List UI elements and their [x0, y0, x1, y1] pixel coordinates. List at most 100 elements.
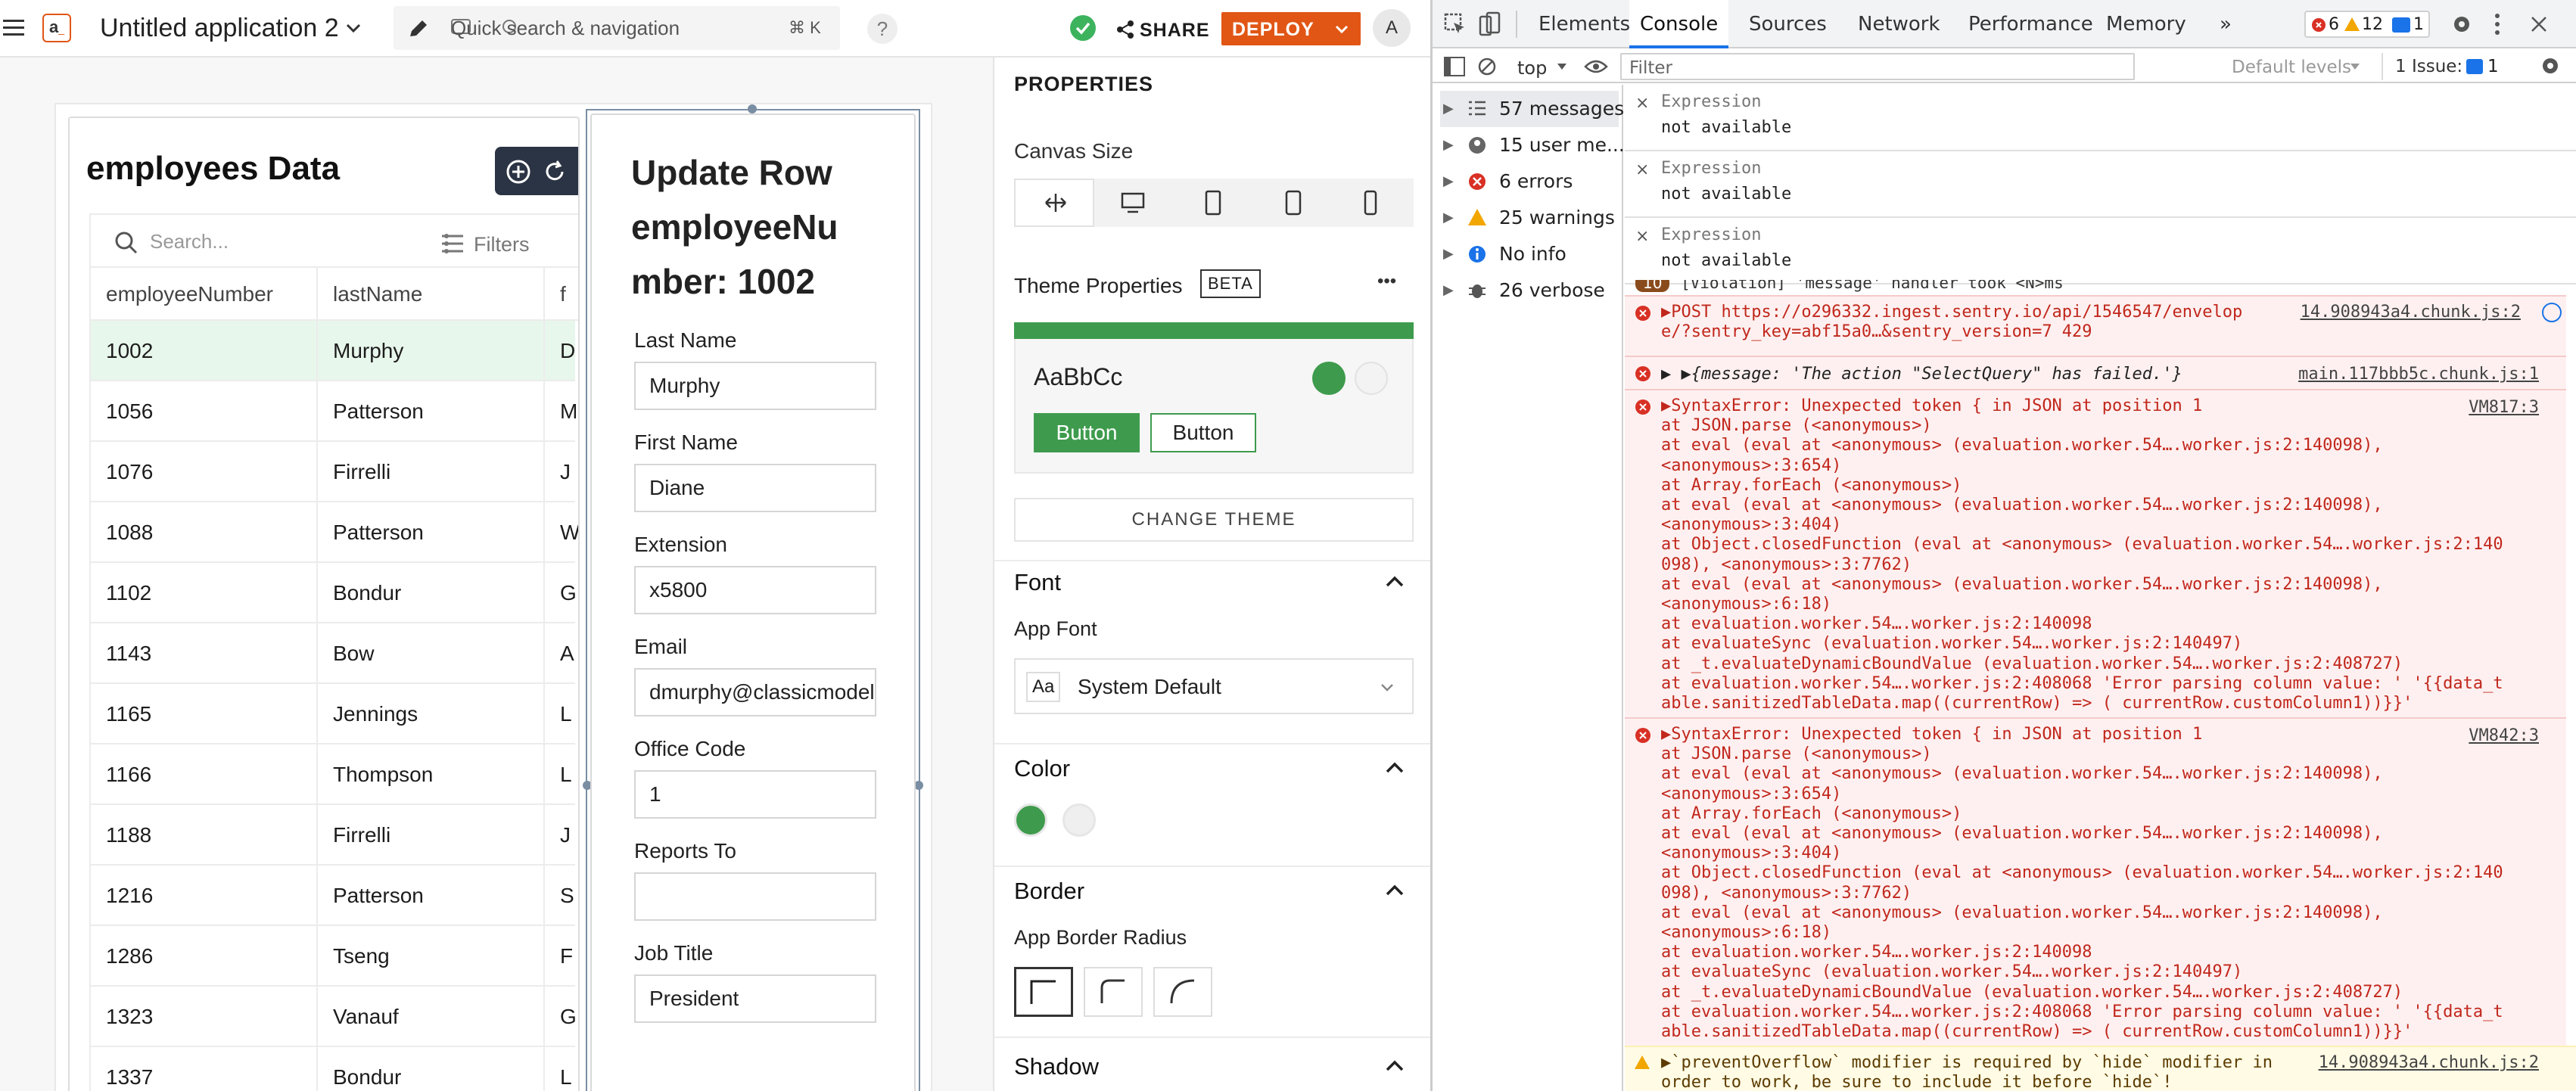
filters-button[interactable]: Filters [440, 228, 569, 259]
devtools-tab[interactable]: Network [1858, 0, 1940, 48]
filter-input[interactable]: Filter [1620, 53, 2135, 80]
app-title[interactable]: Untitled application 2 [100, 12, 339, 44]
log-source-link[interactable]: 14.908943a4.chunk.js:2 [2319, 1053, 2539, 1073]
table-row[interactable]: 1102 Bondur G [91, 563, 577, 623]
clear-console-icon[interactable] [1476, 56, 1498, 77]
devtools-tab[interactable]: » [2220, 0, 2232, 48]
theme-preview-card[interactable]: AaBbCc Button Button [1014, 322, 1414, 474]
refresh-icon[interactable] [542, 159, 568, 185]
tablet-landscape-icon[interactable] [1203, 189, 1223, 216]
console-sidebar-item[interactable]: ▶ 15 user me... [1440, 127, 1625, 163]
eye-icon[interactable] [1584, 58, 1608, 76]
primary-color-picker[interactable] [1014, 803, 1047, 837]
sidebar-toggle-icon[interactable] [1443, 56, 1466, 77]
mobile-icon[interactable] [1362, 189, 1379, 216]
device-toolbar-icon[interactable] [1478, 11, 1502, 38]
fluid-width-option[interactable] [1014, 179, 1094, 227]
form-widget[interactable]: Update Row employeeNu mber: 1002 Last Na… [590, 113, 916, 1091]
inspect-element-icon[interactable] [1443, 12, 1467, 36]
console-sidebar-item[interactable]: ▶ 6 errors [1440, 163, 1619, 200]
form-field-input[interactable]: 1 [634, 770, 876, 819]
console-warning-entry[interactable]: ▶`preventOverflow` modifier is required … [1625, 1046, 2576, 1091]
chevron-down-icon[interactable] [344, 18, 363, 38]
color-section-heading[interactable]: Color [1014, 755, 1070, 782]
column-header[interactable]: employeeNumber [91, 268, 318, 322]
console-sidebar-item[interactable]: ▶ 57 messages [1440, 91, 1624, 127]
font-select[interactable]: Aa System Default [1014, 658, 1414, 714]
column-header[interactable]: f [545, 268, 578, 322]
desktop-icon[interactable] [1120, 191, 1146, 215]
log-source-link[interactable]: VM842:3 [2469, 726, 2539, 746]
font-section-heading[interactable]: Font [1014, 569, 1061, 596]
more-vertical-icon[interactable] [2492, 12, 2503, 36]
tablet-icon[interactable] [1283, 189, 1303, 216]
hamburger-menu-icon[interactable] [3, 17, 26, 39]
live-expression[interactable]: × Expression not available [1625, 218, 2576, 284]
table-row[interactable]: 1188 Firrelli J [91, 805, 575, 866]
console-error-entry[interactable]: VM817:3 ▶SyntaxError: Unexpected token {… [1625, 389, 2566, 717]
network-request-icon[interactable] [2542, 303, 2562, 322]
remove-expression-icon[interactable]: × [1635, 227, 1649, 246]
console-sidebar-item[interactable]: ▶ 25 warnings [1440, 200, 1619, 236]
form-field-input[interactable]: Diane [634, 464, 876, 512]
log-source-link[interactable]: VM817:3 [2469, 398, 2539, 418]
form-field-input[interactable]: Murphy [634, 362, 876, 410]
console-error-entry[interactable]: ▶ ▶{message: 'The action "SelectQuery" h… [1625, 356, 2566, 389]
table-row[interactable]: 1216 Patterson S [91, 866, 575, 926]
console-sidebar-item[interactable]: ▶ 26 verbose [1440, 272, 1619, 309]
console-settings-icon[interactable] [2539, 54, 2562, 77]
shadow-section-heading[interactable]: Shadow [1014, 1053, 1099, 1080]
console-error-entry[interactable]: VM842:3 ▶SyntaxError: Unexpected token {… [1625, 717, 2566, 1046]
pencil-icon[interactable] [407, 17, 431, 41]
table-row[interactable]: 1323 Vanauf G [91, 987, 577, 1047]
avatar[interactable]: A [1373, 9, 1411, 47]
form-field-input[interactable]: x5800 [634, 566, 876, 614]
table-row[interactable]: 1337 Bondur L [91, 1047, 575, 1091]
appsmith-logo[interactable]: a_ [42, 14, 71, 42]
devtools-tab[interactable]: Elements [1538, 0, 1630, 48]
deploy-button[interactable]: DEPLOY [1221, 12, 1361, 45]
live-expression[interactable]: × Expression not available [1625, 85, 2576, 151]
border-section-heading[interactable]: Border [1014, 878, 1084, 905]
share-button[interactable]: SHARE [1115, 14, 1209, 44]
context-selector[interactable]: top [1508, 53, 1573, 80]
chevron-up-icon[interactable] [1383, 757, 1406, 779]
console-error-entry[interactable]: ▶POST https://o296332.ingest.sentry.io/a… [1625, 295, 2566, 356]
log-source-link[interactable]: main.117bbb5c.chunk.js:1 [2298, 365, 2539, 384]
form-field-input[interactable]: dmurphy@classicmodelcars.com [634, 668, 876, 716]
chevron-down-icon[interactable] [1332, 20, 1352, 39]
table-row[interactable]: 1076 Firrelli J [91, 442, 575, 502]
form-field-input[interactable] [634, 872, 876, 921]
table-row[interactable]: 1166 Thompson L [91, 744, 575, 805]
settings-gear-icon[interactable] [2450, 12, 2474, 36]
chevron-up-icon[interactable] [1383, 1055, 1406, 1077]
chevron-up-icon[interactable] [1383, 879, 1406, 902]
table-search-input[interactable]: Search... [150, 230, 229, 253]
change-theme-button[interactable]: CHANGE THEME [1014, 498, 1414, 542]
remove-expression-icon[interactable]: × [1635, 160, 1649, 179]
table-row[interactable]: 1143 Bow A [91, 623, 575, 684]
help-button[interactable]: ? [867, 14, 898, 44]
devtools-tab[interactable]: Sources [1749, 0, 1827, 48]
canvas[interactable]: employees Data Search... Filters employe… [0, 58, 993, 1091]
console-sidebar-item[interactable]: ▶ No info [1440, 236, 1619, 272]
form-field-input[interactable]: President [634, 974, 876, 1023]
devtools-tab[interactable]: Console [1629, 0, 1729, 48]
issues-button[interactable]: 1 Issue: 1 [2382, 53, 2510, 80]
log-levels-dropdown[interactable]: Default levels [2227, 53, 2363, 80]
background-color-picker[interactable] [1062, 803, 1096, 837]
close-icon[interactable] [2528, 14, 2550, 35]
table-row[interactable]: 1088 Patterson W [91, 502, 578, 563]
remove-expression-icon[interactable]: × [1635, 94, 1649, 113]
table-row[interactable]: 1286 Tseng F [91, 926, 575, 987]
chevron-up-icon[interactable] [1383, 570, 1406, 593]
radius-medium-option[interactable] [1084, 967, 1143, 1017]
devtools-tab[interactable]: Memory [2106, 0, 2186, 48]
radius-none-option[interactable] [1014, 967, 1073, 1017]
live-expression[interactable]: × Expression not available [1625, 151, 2576, 218]
log-source-link[interactable]: 14.908943a4.chunk.js:2 [2301, 303, 2521, 322]
search-bar[interactable]: Quick search & navigation ⌘ K [394, 6, 840, 50]
more-options-icon[interactable]: ••• [1377, 271, 1396, 292]
table-widget[interactable]: employees Data Search... Filters employe… [68, 117, 580, 1091]
table-row[interactable]: 1002 Murphy D [91, 321, 575, 381]
